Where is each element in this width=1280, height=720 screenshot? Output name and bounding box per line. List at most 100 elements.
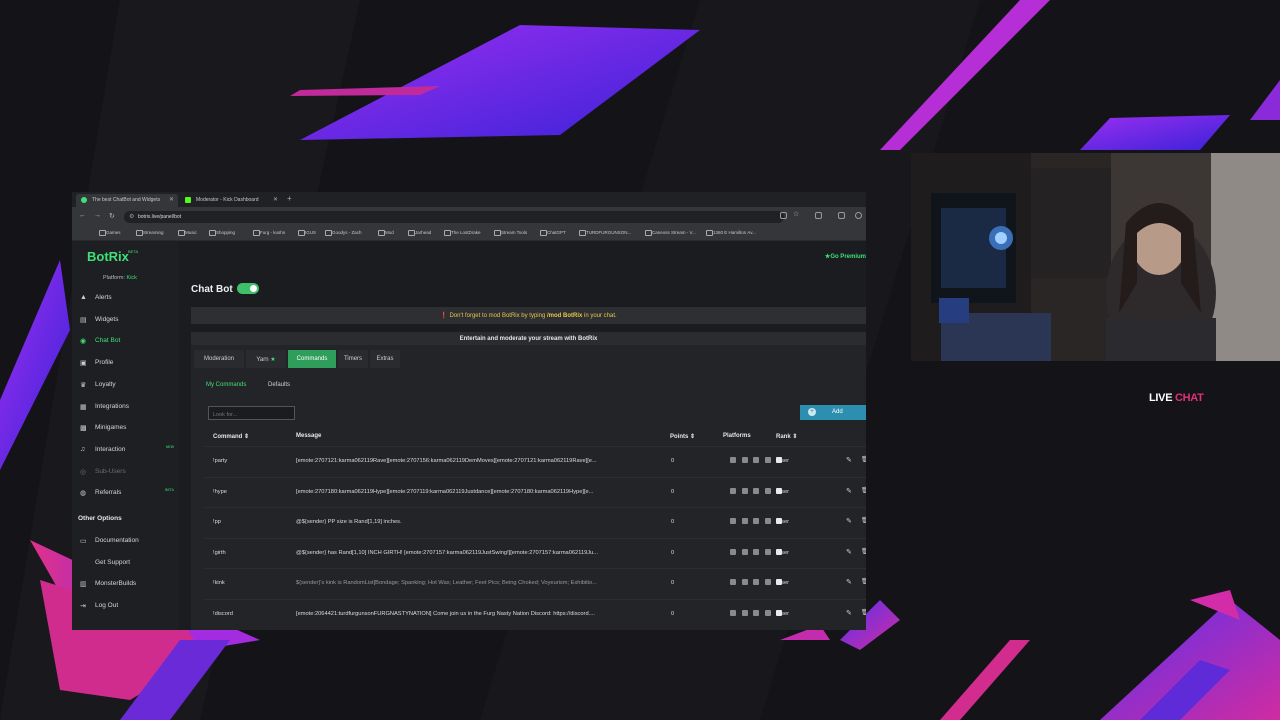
close-tab-icon[interactable]: ✕ (273, 196, 278, 203)
bookmark-item[interactable]: Streaming (136, 230, 164, 236)
sidebar-item-log-out[interactable]: ⇥ Log Out (80, 599, 176, 613)
bookmark-item[interactable]: TURDFURGUNSON... (579, 230, 631, 236)
browser-tab-kick[interactable]: Moderator - Kick Dashboard ✕ (180, 194, 282, 207)
bookmark-star-icon[interactable]: ☆ (793, 210, 799, 218)
platform-2-icon[interactable] (741, 487, 748, 494)
bookmark-item[interactable]: Caneoss Stream - V... (645, 230, 696, 236)
bookmark-item[interactable]: The LostDrake (444, 230, 481, 236)
sidebar-item-get-support[interactable]: Get Support (80, 556, 176, 570)
share-icon[interactable] (780, 212, 787, 219)
delete-icon[interactable]: 🗑 (861, 487, 866, 494)
delete-icon[interactable]: 🗑 (861, 578, 866, 585)
sidebar-item-documentation[interactable]: ▭ Documentation (80, 534, 176, 548)
platform-4-icon[interactable] (764, 457, 771, 463)
bookmark-item[interactable]: Shopping (209, 230, 235, 236)
go-premium-link[interactable]: ★Go Premium (825, 253, 866, 260)
extensions-icon[interactable] (815, 212, 822, 219)
column-header-rank[interactable]: Rank ⇕ (776, 433, 797, 440)
subtab-defaults[interactable]: Defaults (268, 382, 290, 388)
platform-3-icon[interactable] (753, 548, 759, 555)
tab-yarn[interactable]: Yarn ★ (246, 350, 286, 368)
delete-icon[interactable]: 🗑 (861, 456, 866, 463)
platform-4-icon[interactable] (764, 518, 771, 525)
platform-3-icon[interactable] (753, 518, 759, 525)
edit-icon[interactable]: ✎ (846, 548, 852, 556)
add-command-button[interactable]: + Add (800, 405, 866, 420)
delete-icon[interactable]: 🗑 (861, 548, 866, 555)
sidebar-item-monsterbuilds[interactable]: ▥ MonsterBuilds (80, 577, 176, 591)
bookmark-item[interactable]: ChatGPT (540, 230, 566, 236)
bookmark-item[interactable]: Mod (378, 230, 394, 236)
sidebar-item-referrals[interactable]: ◍ Referrals BETA (80, 486, 176, 500)
sidebar-item-integrations[interactable]: ▦ Integrations (80, 400, 176, 414)
kick-platform-icon[interactable] (776, 579, 782, 586)
platform-4-icon[interactable] (764, 487, 771, 494)
platform-1-icon[interactable] (730, 487, 736, 494)
new-tab-icon[interactable]: + (287, 194, 292, 203)
reload-icon[interactable]: ↻ (109, 212, 115, 220)
browser-tab-botrix[interactable]: The best ChatBot and Widgets ✕ (76, 194, 178, 207)
chat-bot-toggle[interactable] (237, 283, 259, 294)
sidebar-item-chat-bot[interactable]: ◉ Chat Bot (80, 334, 176, 348)
sidebar-item-interaction[interactable]: ♫ Interaction NEW (80, 443, 176, 457)
sidebar-item-profile[interactable]: ▣ Profile (80, 356, 176, 370)
bookmark-item[interactable]: 1360 E Hamilton Av... (706, 230, 756, 236)
site-info-icon[interactable]: ⚙ (129, 213, 134, 220)
platform-3-icon[interactable] (753, 610, 759, 616)
bookmark-item[interactable]: Goodys - Zach (325, 230, 362, 236)
platform-3-icon[interactable] (753, 487, 759, 494)
platform-2-icon[interactable] (741, 518, 748, 525)
platform-4-icon[interactable] (764, 548, 771, 555)
delete-icon[interactable]: 🗑 (861, 609, 866, 616)
profile-icon[interactable] (838, 212, 845, 219)
tab-commands[interactable]: Commands (288, 350, 336, 368)
platform-1-icon[interactable] (730, 548, 736, 555)
forward-icon[interactable]: → (94, 212, 101, 219)
kick-platform-icon[interactable] (776, 518, 782, 525)
subtab-my-commands[interactable]: My Commands (206, 382, 246, 388)
kick-platform-icon[interactable] (776, 457, 782, 463)
sidebar-item-sub-users[interactable]: ◎ Sub-Users (80, 465, 176, 479)
tab-moderation[interactable]: Moderation (194, 350, 244, 368)
edit-icon[interactable]: ✎ (846, 456, 852, 464)
platform-1-icon[interactable] (730, 579, 736, 586)
platform-3-icon[interactable] (753, 457, 759, 463)
tab-extras[interactable]: Extras (370, 350, 400, 368)
kick-platform-icon[interactable] (776, 487, 782, 494)
delete-icon[interactable]: 🗑 (861, 517, 866, 524)
column-header-points[interactable]: Points ⇕ (670, 433, 695, 440)
kick-platform-icon[interactable] (776, 610, 782, 616)
edit-icon[interactable]: ✎ (846, 517, 852, 525)
sidebar-item-alerts[interactable]: ▲ Alerts (80, 291, 176, 305)
platform-1-icon[interactable] (730, 518, 736, 525)
column-header-command[interactable]: Command ⇕ (213, 433, 249, 440)
sidebar-item-loyalty[interactable]: ♛ Loyalty (80, 378, 176, 392)
botrix-logo[interactable]: BotRix (87, 249, 129, 264)
platform-4-icon[interactable] (764, 579, 771, 586)
bookmark-item[interactable]: IGUS (298, 230, 316, 236)
kick-platform-icon[interactable] (776, 548, 782, 555)
edit-icon[interactable]: ✎ (846, 578, 852, 586)
close-tab-icon[interactable]: ✕ (169, 196, 174, 203)
back-icon[interactable]: ← (79, 212, 86, 219)
menu-icon[interactable] (855, 212, 862, 219)
search-input[interactable] (208, 406, 295, 420)
bookmark-item[interactable]: Furg - kushn (253, 230, 285, 236)
sidebar-item-widgets[interactable]: ▤ Widgets (80, 313, 176, 327)
bookmark-item[interactable]: Stream Tools (494, 230, 527, 236)
bookmark-item[interactable]: Games (99, 230, 121, 236)
edit-icon[interactable]: ✎ (846, 609, 852, 617)
tab-timers[interactable]: Timers (338, 350, 368, 368)
platform-2-icon[interactable] (741, 548, 748, 555)
platform-4-icon[interactable] (764, 610, 771, 616)
address-bar[interactable]: ⚙ botrix.live/panel/bot (124, 211, 784, 223)
platform-1-icon[interactable] (730, 457, 736, 463)
platform-3-icon[interactable] (753, 579, 759, 586)
bookmark-item[interactable]: Jarhead (408, 230, 431, 236)
platform-1-icon[interactable] (730, 610, 736, 616)
platform-2-icon[interactable] (741, 579, 748, 586)
platform-2-icon[interactable] (741, 610, 748, 616)
bookmark-item[interactable]: Music (178, 230, 197, 236)
platform-2-icon[interactable] (741, 457, 748, 463)
edit-icon[interactable]: ✎ (846, 487, 852, 495)
